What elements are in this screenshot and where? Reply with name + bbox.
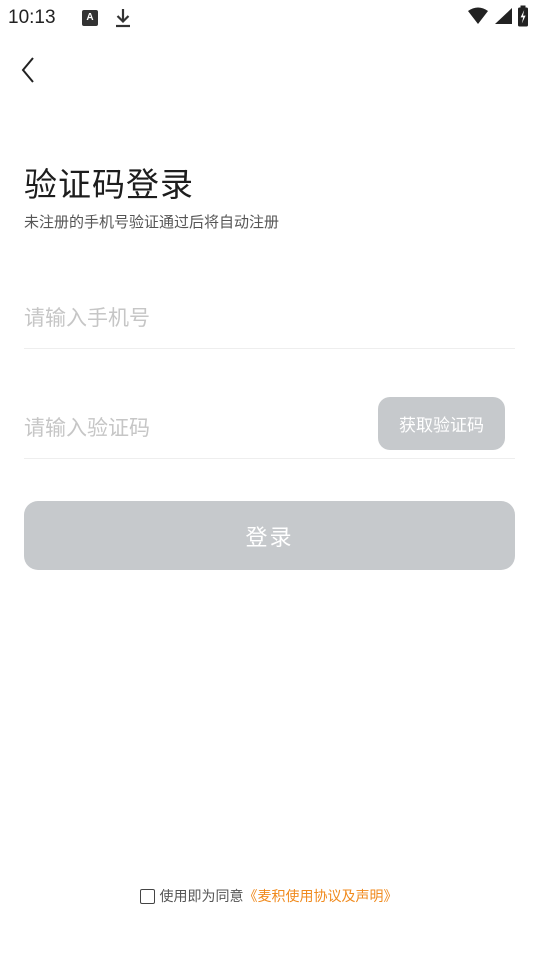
back-button[interactable]: [12, 54, 44, 90]
phone-input[interactable]: [24, 292, 364, 344]
agreement-link[interactable]: 《麦积使用协议及声明》: [244, 886, 398, 906]
login-button[interactable]: 登录: [24, 501, 515, 570]
signal-icon: [493, 7, 513, 29]
page-title: 验证码登录: [24, 165, 194, 204]
download-icon: [113, 6, 133, 30]
agree-text: 使用即为同意: [159, 889, 244, 905]
chevron-left-icon: [20, 56, 36, 88]
status-time: 10:13: [8, 7, 56, 28]
status-bar: 10:13 A: [0, 0, 537, 36]
wifi-icon: [467, 7, 489, 29]
page-subtitle: 未注册的手机号验证通过后将自动注册: [24, 213, 280, 231]
battery-charging-icon: [517, 5, 529, 31]
phone-field: [24, 292, 515, 349]
code-field: 获取验证码: [24, 397, 515, 459]
get-code-button[interactable]: 获取验证码: [378, 397, 505, 450]
agreement-row: 使用即为同意 《麦积使用协议及声明》: [0, 885, 537, 907]
code-input[interactable]: [24, 402, 364, 454]
a-badge-icon: A: [82, 10, 98, 26]
agree-checkbox[interactable]: [139, 888, 155, 904]
status-icons: [467, 5, 529, 31]
